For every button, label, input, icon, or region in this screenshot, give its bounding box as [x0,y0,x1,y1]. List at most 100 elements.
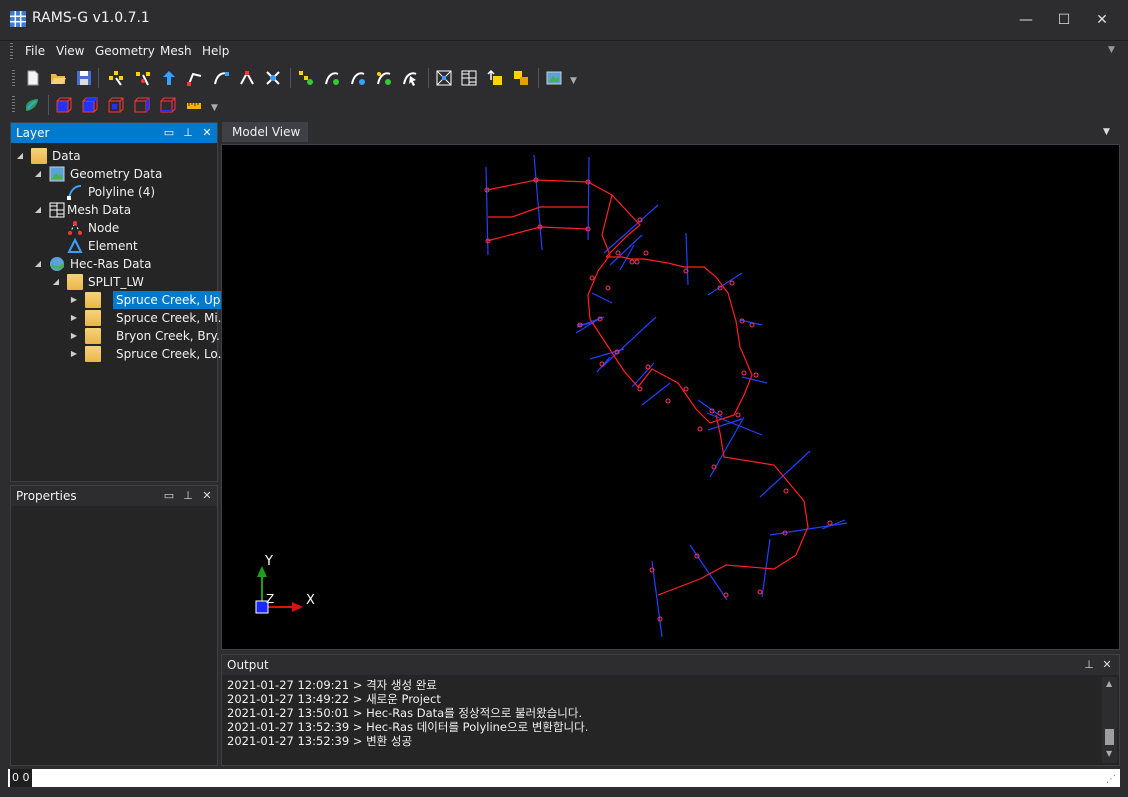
model-viewport[interactable]: Y Z X [221,144,1120,650]
polyline-delete-icon[interactable] [265,70,281,86]
expand-arrow-icon[interactable]: ◢ [15,147,25,165]
folder-icon [85,328,101,344]
polyline-icon [67,185,82,200]
axis-y-label: Y [264,554,273,569]
move-point-icon[interactable] [135,70,151,86]
tree-label: Data [52,149,81,163]
line-merge-icon[interactable] [376,70,392,86]
tree-label: Bryon Creek, Bry... [116,329,228,343]
scroll-down-icon[interactable]: ▼ [1106,749,1112,758]
status-field: 0 0 [8,769,1120,787]
output-log: 2021-01-27 12:09:21 > 격자 생성 완료 2021-01-2… [222,677,1102,763]
polyline-split-icon[interactable] [239,70,255,86]
expand-arrow-icon[interactable]: ◢ [33,255,43,273]
window-title: RAMS-G v1.0.7.1 [32,10,150,26]
close-button[interactable]: ✕ [1088,8,1116,32]
collapse-arrow-icon[interactable]: ▶ [69,327,79,345]
tree-label: Polyline (4) [88,185,156,199]
folder-open-icon [67,274,83,290]
save-icon[interactable] [76,70,92,86]
scroll-thumb[interactable] [1105,729,1114,745]
resize-grip-icon[interactable]: ⋰ [1106,774,1116,785]
river-nodes [484,177,833,622]
view-top-icon[interactable] [82,97,98,113]
output-panel-header: Output [222,655,1119,675]
axis-z-label: Z [266,592,274,606]
tab-dropdown-icon[interactable]: ▼ [1103,127,1110,137]
tree-node-river-1[interactable]: ▶ Spruce Creek, Up... [69,291,235,309]
axis-gizmo [255,566,303,614]
log-line: 2021-01-27 13:52:39 > 변환 성공 [227,734,413,748]
view-3d-icon[interactable] [56,97,72,113]
menu-view[interactable]: View [56,41,84,61]
expand-arrow-icon[interactable]: ◢ [51,273,61,291]
select-arrow-icon[interactable] [161,70,177,86]
toolbar-overflow-icon[interactable]: ▼ [570,76,577,86]
line-add-icon[interactable] [324,70,340,86]
output-panel-title: Output [227,658,269,672]
add-point-icon[interactable] [108,70,124,86]
menu-grip[interactable] [10,43,13,59]
panel-close-icon[interactable]: ✕ [1100,657,1114,673]
minimize-button[interactable]: — [1012,8,1040,32]
menu-overflow-icon[interactable]: ▼ [1108,45,1115,55]
output-panel: Output ⊥ ✕ 2021-01-27 12:09:21 > 격자 생성 완… [221,654,1120,766]
node-icon [68,221,82,235]
output-scrollbar[interactable]: ▲ ▼ [1102,677,1117,763]
model-canvas[interactable]: Y Z X [222,145,1119,649]
mesh-import-icon[interactable] [487,70,503,86]
hecras-import-icon[interactable] [24,97,40,113]
panel-pin-icon[interactable]: ⊥ [181,125,195,141]
menu-help[interactable]: Help [202,41,229,61]
expand-arrow-icon[interactable]: ◢ [33,165,43,183]
app-grid-icon [10,11,26,27]
maximize-button[interactable]: ☐ [1050,8,1078,32]
view-side-icon[interactable] [134,97,150,113]
toolbar-grip[interactable] [12,70,15,88]
toolbar-separator [290,68,291,88]
collapse-arrow-icon[interactable]: ▶ [69,309,79,327]
toolbar2-overflow-icon[interactable]: ▼ [211,103,218,113]
polyline-draw-icon[interactable] [187,70,203,86]
toolbar-separator [538,68,539,88]
collapse-arrow-icon[interactable]: ▶ [69,345,79,363]
line-select-icon[interactable] [402,70,418,86]
tree-label: Geometry Data [70,167,163,181]
line-insert-icon[interactable] [350,70,366,86]
view-front-icon[interactable] [108,97,124,113]
panel-close-icon[interactable]: ✕ [200,125,214,141]
node-add-icon[interactable] [298,70,314,86]
panel-float-icon[interactable]: ▭ [162,125,176,141]
toolbar-grip[interactable] [12,96,15,114]
new-file-icon[interactable] [25,70,41,86]
tree-label: Spruce Creek, Lo... [116,347,230,361]
menu-mesh[interactable]: Mesh [160,41,192,61]
folder-icon [85,346,101,362]
open-folder-icon[interactable] [50,70,66,86]
folder-icon [85,310,101,326]
mesh-icon [49,202,65,218]
ruler-icon[interactable] [186,97,202,113]
panel-pin-icon[interactable]: ⊥ [1082,657,1096,673]
mesh-generate-icon[interactable] [436,70,452,86]
mesh-grid-icon[interactable] [461,70,477,86]
polyline-edit-icon[interactable] [213,70,229,86]
menu-file[interactable]: File [25,41,45,61]
expand-arrow-icon[interactable]: ◢ [33,201,43,219]
panel-float-icon[interactable]: ▭ [162,488,176,504]
panel-close-icon[interactable]: ✕ [200,488,214,504]
log-line: 2021-01-27 13:50:01 > Hec-Ras Data를 정상적으… [227,706,583,720]
view-fit-icon[interactable] [160,97,176,113]
coordinates-readout: 0 0 [10,769,32,787]
scroll-up-icon[interactable]: ▲ [1106,679,1112,688]
mesh-export-icon[interactable] [513,70,529,86]
panel-pin-icon[interactable]: ⊥ [181,488,195,504]
folder-open-icon [31,148,47,164]
toolbar-separator [48,95,49,115]
axis-x-label: X [306,593,315,608]
menu-geometry[interactable]: Geometry [95,41,155,61]
title-bar: RAMS-G v1.0.7.1 — ☐ ✕ [0,0,1128,41]
map-view-icon[interactable] [546,70,562,86]
tab-model-view[interactable]: Model View [222,122,308,142]
collapse-arrow-icon[interactable]: ▶ [69,291,79,309]
